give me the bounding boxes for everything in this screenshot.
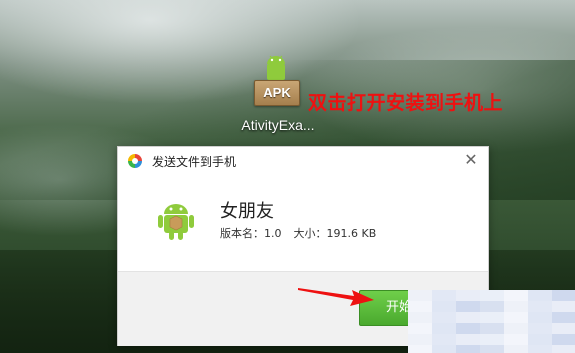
dialog-header: 发送文件到手机 ✕ (118, 147, 488, 175)
mosaic-tile (408, 345, 432, 353)
app-meta: 版本名：1.0 大小：191.6 KB (220, 225, 376, 241)
mosaic-tile (504, 345, 528, 353)
mosaic-tile (552, 345, 575, 353)
android-icon (158, 204, 194, 240)
app-logo-icon (128, 154, 142, 168)
mosaic-tile (456, 345, 480, 353)
mosaic-tile (432, 345, 456, 353)
dialog-title: 发送文件到手机 (152, 155, 237, 169)
annotation-text: 双击打开安装到手机上 (308, 92, 504, 114)
blurred-mosaic (408, 290, 575, 353)
mosaic-tile (528, 345, 552, 353)
close-icon[interactable]: ✕ (462, 151, 480, 169)
size-label: 大小：191.6 KB (293, 227, 377, 240)
apk-badge-label: APK (263, 85, 291, 100)
desktop-icon-label: AtivityExa... (241, 117, 315, 133)
mosaic-tile (480, 345, 504, 353)
android-icon (267, 55, 285, 80)
apk-badge: APK (254, 80, 300, 106)
version-label: 版本名：1.0 (220, 227, 282, 240)
red-arrow-annotation (298, 288, 374, 306)
app-name: 女朋友 (220, 201, 274, 222)
